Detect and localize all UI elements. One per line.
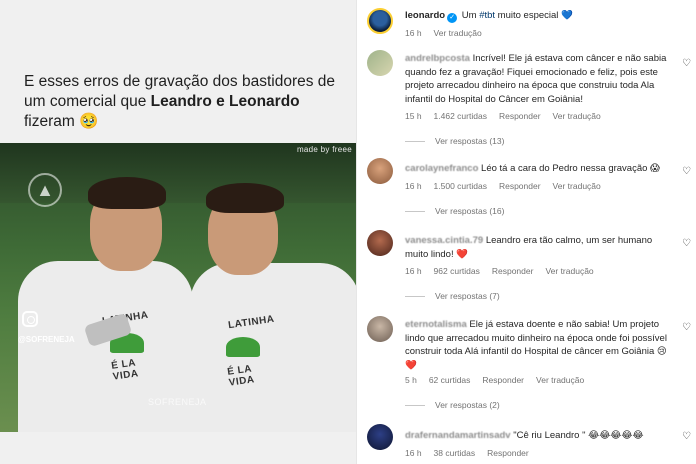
comment-username[interactable]: drafernandamartinsadv [405, 430, 511, 441]
owner-username[interactable]: leonardo [405, 10, 445, 21]
reply-button[interactable]: Responder [499, 111, 541, 121]
timestamp: 16 h [405, 28, 422, 38]
comment-meta: 5 h 62 curtidas Responder Ver tradução [405, 375, 596, 385]
video-player[interactable]: made by freee ▲ LATINHA É LA VIDA LATINH… [0, 143, 356, 432]
reply-button[interactable]: Responder [492, 266, 534, 276]
comment-text: eternotalisma Ele já estava doente e não… [405, 319, 667, 371]
comment-text: andrelbpcosta Incrível! Ele já estava co… [405, 53, 667, 105]
heart-outline-icon[interactable]: ♡ [681, 431, 692, 442]
reply-button[interactable]: Responder [499, 181, 541, 191]
hashtag-link[interactable]: #tbt [479, 10, 495, 21]
verified-badge-icon: ✓ [447, 13, 458, 23]
like-count[interactable]: 1.462 curtidas [434, 111, 487, 121]
reply-button[interactable]: Responder [487, 448, 529, 458]
timestamp: 5 h [405, 375, 417, 385]
see-translation-button[interactable]: Ver tradução [536, 375, 584, 385]
comment-username[interactable]: andrelbpcosta [405, 53, 470, 64]
owner-caption: leonardo ✓ Um #tbt muito especial 💙 [405, 10, 573, 23]
comments-panel: leonardo ✓ Um #tbt muito especial 💙 16 h V… [356, 0, 696, 464]
heart-outline-icon[interactable]: ♡ [681, 58, 692, 69]
heart-outline-icon[interactable]: ♡ [681, 238, 692, 249]
comment-username[interactable]: carolaynefranco [405, 163, 478, 174]
timestamp: 16 h [405, 266, 422, 276]
see-translation-button[interactable]: Ver tradução [434, 28, 482, 38]
avatar[interactable] [367, 424, 393, 450]
comment-username[interactable]: vanessa.cintia.79 [405, 235, 483, 246]
like-count[interactable]: 1.500 curtidas [434, 181, 487, 191]
comment-meta: 16 h 962 curtidas Responder Ver tradução [405, 266, 606, 276]
view-replies-button[interactable]: Ver respostas (16) [405, 206, 504, 216]
shirt-text: É LA VIDA [226, 363, 256, 389]
avatar[interactable] [367, 50, 393, 76]
see-translation-button[interactable]: Ver tradução [553, 181, 601, 191]
like-count[interactable]: 62 curtidas [429, 375, 471, 385]
caption-bold-text: Leandro e Leonardo [150, 93, 300, 110]
caption-end-text: fizeram 🥹 [24, 113, 99, 130]
timestamp: 15 h [405, 111, 422, 121]
heart-outline-icon[interactable]: ♡ [681, 322, 692, 333]
reply-button[interactable]: Responder [482, 375, 524, 385]
view-replies-button[interactable]: Ver respostas (7) [405, 291, 500, 301]
comment-meta: 16 h 38 curtidas Responder [405, 448, 541, 458]
timestamp: 16 h [405, 448, 422, 458]
post-media: E esses erros de gravação dos bastidores… [0, 0, 356, 464]
timestamp: 16 h [405, 181, 422, 191]
avatar[interactable] [367, 230, 393, 256]
comment-meta: 15 h 1.462 curtidas Responder Ver tradução [405, 111, 613, 121]
video-watermark: made by freee [296, 145, 352, 154]
heart-outline-icon[interactable]: ♡ [681, 166, 692, 177]
post-caption: E esses erros de gravação dos bastidores… [24, 72, 344, 132]
comment-text: drafernandamartinsadv "Cê riu Leandro " … [405, 430, 644, 441]
like-count[interactable]: 962 curtidas [434, 266, 480, 276]
avatar[interactable] [367, 158, 393, 184]
owner-meta: 16 h Ver tradução [405, 28, 494, 38]
comment-username[interactable]: eternotalisma [405, 319, 467, 330]
comment-text: carolaynefranco Léo tá a cara do Pedro n… [405, 163, 660, 174]
comment-text: vanessa.cintia.79 Leandro era tão calmo,… [405, 235, 653, 260]
video-bottom-watermark: SOFRENEJA [148, 397, 207, 407]
view-replies-button[interactable]: Ver respostas (2) [405, 400, 500, 410]
channel-logo-icon: ▲ [28, 173, 62, 207]
avatar[interactable] [367, 316, 393, 342]
see-translation-button[interactable]: Ver tradução [553, 111, 601, 121]
shirt-text: É LA VIDA [110, 357, 140, 383]
video-handle: @SOFRENEJA [18, 335, 75, 344]
owner-avatar[interactable] [367, 8, 393, 34]
view-replies-button[interactable]: Ver respostas (13) [405, 136, 504, 146]
comment-meta: 16 h 1.500 curtidas Responder Ver tradução [405, 181, 613, 191]
see-translation-button[interactable]: Ver tradução [545, 266, 593, 276]
like-count[interactable]: 38 curtidas [434, 448, 476, 458]
instagram-icon [22, 311, 38, 327]
